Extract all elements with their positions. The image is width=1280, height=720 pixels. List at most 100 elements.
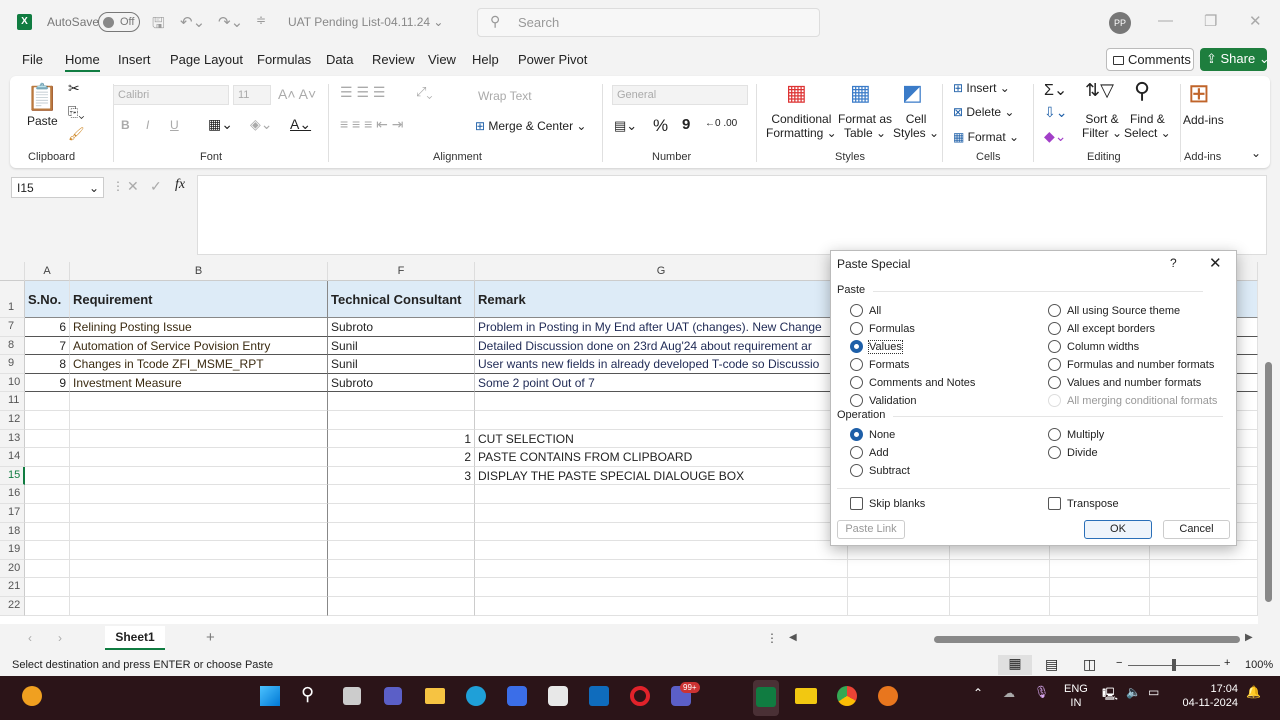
cell[interactable]: [1150, 578, 1258, 597]
restore-icon[interactable]: ❐: [1204, 12, 1217, 30]
delete-cells-button[interactable]: ⊠ Delete ⌄: [953, 105, 1014, 119]
close-icon[interactable]: ✕: [1249, 12, 1262, 30]
row-header[interactable]: 19: [0, 541, 25, 560]
orientation-icon[interactable]: ⤢⌄: [416, 84, 433, 100]
search-taskbar-icon[interactable]: ⚲: [301, 684, 314, 705]
row-header[interactable]: 22: [0, 597, 25, 616]
zoom-out-icon[interactable]: −: [1116, 657, 1122, 669]
autosave-toggle[interactable]: Off: [98, 12, 140, 32]
paste-icon[interactable]: 📋: [26, 82, 58, 113]
radio-button[interactable]: [1048, 446, 1061, 459]
search-input[interactable]: ⚲ Search: [477, 8, 820, 37]
cell[interactable]: Remark: [475, 281, 848, 318]
radio-button[interactable]: [850, 394, 863, 407]
battery-icon[interactable]: ▭: [1148, 685, 1159, 699]
cancel-button[interactable]: Cancel: [1163, 520, 1230, 539]
cell[interactable]: [70, 522, 328, 542]
cell[interactable]: [475, 578, 848, 597]
operation-option-none[interactable]: None: [845, 428, 895, 442]
microphone-icon[interactable]: 🎙: [1034, 685, 1049, 699]
increase-font-icon[interactable]: A˄ A˅: [278, 86, 316, 102]
cell[interactable]: [475, 485, 848, 504]
paste-option-all-except-borders[interactable]: All except borders: [1043, 322, 1155, 336]
clock[interactable]: 17:04 04-11-2024: [1178, 682, 1238, 710]
row-header[interactable]: 7: [0, 318, 25, 337]
cell[interactable]: [70, 448, 328, 467]
font-name-select[interactable]: Calibri: [113, 85, 229, 105]
cell[interactable]: [70, 485, 328, 504]
save-icon[interactable]: 🖫: [152, 13, 165, 38]
cell[interactable]: [328, 392, 475, 411]
cell[interactable]: [848, 559, 950, 579]
scroll-left-icon[interactable]: ◀: [789, 632, 797, 643]
minimize-icon[interactable]: —: [1158, 12, 1173, 29]
vertical-scrollbar[interactable]: [1258, 262, 1278, 624]
row-header[interactable]: 20: [0, 559, 25, 579]
cell[interactable]: [25, 541, 70, 560]
cell[interactable]: 1: [328, 429, 475, 449]
row-header[interactable]: 1: [0, 281, 25, 318]
zoom-slider-thumb[interactable]: [1172, 659, 1176, 671]
cell[interactable]: Technical Consultant: [328, 281, 475, 318]
onedrive-icon[interactable]: ☁: [1003, 686, 1015, 700]
paste-option-validation[interactable]: Validation: [845, 394, 917, 408]
document-title[interactable]: UAT Pending List-04.11.24 ⌄: [288, 15, 443, 29]
conditional-formatting-icon[interactable]: ▦: [786, 80, 807, 106]
chrome-icon[interactable]: [837, 686, 857, 706]
row-header[interactable]: 11: [0, 392, 25, 411]
row-header[interactable]: 21: [0, 578, 25, 597]
cell[interactable]: Investment Measure: [70, 373, 328, 393]
formula-input[interactable]: [197, 175, 1267, 255]
paste-option-values-and-number-formats[interactable]: Values and number formats: [1043, 376, 1201, 390]
underline-button[interactable]: U: [170, 118, 179, 132]
cell[interactable]: [1050, 559, 1150, 579]
bold-button[interactable]: B: [121, 118, 130, 132]
radio-button[interactable]: [1048, 358, 1061, 371]
cell[interactable]: [25, 578, 70, 597]
vertical-scroll-thumb[interactable]: [1265, 362, 1272, 602]
column-header[interactable]: F: [328, 262, 475, 281]
cell[interactable]: [848, 597, 950, 616]
paste-option-all[interactable]: All: [845, 304, 881, 318]
radio-button[interactable]: [1048, 340, 1061, 353]
cell[interactable]: [475, 522, 848, 542]
column-header[interactable]: G: [475, 262, 848, 281]
zoom-in-icon[interactable]: +: [1224, 657, 1230, 669]
cell[interactable]: CUT SELECTION: [475, 429, 848, 449]
cell[interactable]: [25, 429, 70, 449]
app2-icon[interactable]: [878, 686, 898, 706]
tab-formulas[interactable]: Formulas: [257, 52, 311, 67]
cell[interactable]: 3: [328, 466, 475, 486]
cell[interactable]: 2: [328, 448, 475, 467]
cut-icon[interactable]: ✂: [68, 80, 80, 97]
cell[interactable]: DISPLAY THE PASTE SPECIAL DIALOUGE BOX: [475, 466, 848, 486]
cell[interactable]: [70, 578, 328, 597]
cell[interactable]: [25, 485, 70, 504]
row-header[interactable]: 12: [0, 411, 25, 430]
radio-button[interactable]: [850, 376, 863, 389]
select-all-corner[interactable]: [0, 262, 25, 281]
cell[interactable]: [25, 466, 70, 486]
undo-icon[interactable]: ↶⌄: [180, 13, 205, 31]
operation-option-subtract[interactable]: Subtract: [845, 464, 910, 478]
insert-cells-button[interactable]: ⊞ Insert ⌄: [953, 81, 1010, 95]
teams-chat-icon[interactable]: [384, 687, 402, 705]
cell[interactable]: [328, 485, 475, 504]
cell[interactable]: [70, 541, 328, 560]
row-header[interactable]: 16: [0, 485, 25, 504]
cell[interactable]: [70, 597, 328, 616]
cell[interactable]: [475, 597, 848, 616]
cell[interactable]: [328, 578, 475, 597]
format-painter-icon[interactable]: 🖌: [68, 126, 85, 142]
start-icon[interactable]: [260, 686, 280, 706]
radio-button[interactable]: [850, 464, 863, 477]
redo-icon[interactable]: ↷⌄: [218, 13, 243, 31]
cell-styles-button[interactable]: Cell Styles ⌄: [893, 112, 939, 140]
align-left-icon[interactable]: ≡ ≡ ≡ ⇤ ⇥: [340, 116, 404, 133]
cell[interactable]: [25, 522, 70, 542]
borders-icon[interactable]: ▦⌄: [208, 116, 233, 133]
app-icon[interactable]: [507, 686, 527, 706]
radio-button[interactable]: [1048, 322, 1061, 335]
cell[interactable]: [70, 466, 328, 486]
cell[interactable]: User wants new fields in already develop…: [475, 355, 848, 374]
